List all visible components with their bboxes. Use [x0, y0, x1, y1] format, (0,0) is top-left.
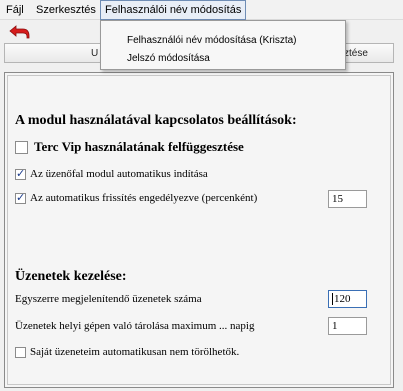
own-messages-label: Saját üzeneteim automatikusan nem törölh… [30, 346, 240, 358]
own-messages-row: Saját üzeneteim automatikusan nem törölh… [15, 346, 239, 358]
text-caret [332, 293, 333, 306]
message-count-value: 120 [334, 293, 351, 305]
autorefresh-checkbox[interactable] [15, 191, 26, 204]
settings-panel: A modul használatával kapcsolatos beállí… [4, 72, 394, 388]
menu-bar: Fájl Szerkesztés Felhasználói név módosí… [0, 0, 403, 20]
menu-item-change-password[interactable]: Jelszó módosítása [101, 50, 345, 68]
own-messages-checkbox[interactable] [15, 346, 26, 358]
storage-days-input[interactable]: 1 [328, 317, 367, 335]
module-section-title: A modul használatával kapcsolatos beállí… [15, 113, 297, 128]
menu-user[interactable]: Felhasználói név módosítás [100, 0, 247, 20]
tab-general-label: U [91, 48, 99, 59]
suspend-row: Terc Vip használatának felfüggesztése [15, 139, 244, 155]
menu-file[interactable]: Fájl [2, 0, 28, 20]
count-label: Egyszerre megjelenítendő üzenetek száma [15, 293, 202, 305]
autorefresh-label: Az automatikus frissítés engedélyezve (p… [30, 192, 258, 204]
autostart-label: Az üzenőfal modul automatikus indítása [30, 168, 208, 180]
storage-row: Üzenetek helyi gépen való tárolása maxim… [15, 320, 254, 332]
autostart-checkbox[interactable] [15, 167, 26, 180]
back-button[interactable] [6, 23, 32, 41]
user-dropdown-menu: Felhasználói név módosítása (Kriszta) Je… [100, 20, 346, 70]
suspend-checkbox[interactable] [15, 140, 28, 154]
suspend-label: Terc Vip használatának felfüggesztése [34, 139, 244, 154]
menu-item-change-username[interactable]: Felhasználói név módosítása (Kriszta) [101, 32, 345, 50]
menu-edit[interactable]: Szerkesztés [32, 0, 100, 20]
autostart-row: Az üzenőfal modul automatikus indítása [15, 167, 208, 180]
storage-label: Üzenetek helyi gépen való tárolása maxim… [15, 320, 255, 332]
message-count-input[interactable]: 120 [328, 290, 367, 308]
messages-section-title: Üzenetek kezelése: [15, 269, 127, 284]
autorefresh-row: Az automatikus frissítés engedélyezve (p… [15, 191, 258, 204]
back-arrow-icon [9, 25, 30, 39]
count-row: Egyszerre megjelenítendő üzenetek száma [15, 293, 202, 305]
autorefresh-interval-input[interactable]: 15 [328, 190, 367, 208]
